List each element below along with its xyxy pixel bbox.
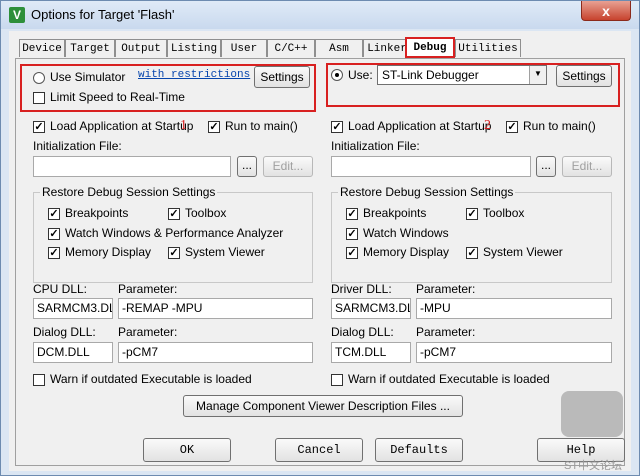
- dialog-dll-label-left: Dialog DLL:: [33, 325, 96, 339]
- restore-group-title-right: Restore Debug Session Settings: [338, 185, 516, 199]
- breakpoints-checkbox-left[interactable]: ✓: [48, 208, 60, 220]
- use-debugger-radio[interactable]: [331, 69, 343, 81]
- memory-checkbox-right[interactable]: ✓: [346, 247, 358, 259]
- limit-speed-label: Limit Speed to Real-Time: [50, 90, 185, 104]
- dialog-dll-input-right[interactable]: TCM.DLL: [331, 342, 411, 363]
- watermark-text: ST中文论坛: [564, 460, 623, 472]
- manage-viewer-files-button[interactable]: Manage Component Viewer Description File…: [183, 395, 463, 417]
- limit-speed-checkbox[interactable]: [33, 92, 45, 104]
- watermark-chat-icon: [561, 391, 623, 437]
- system-viewer-checkbox-right[interactable]: ✓: [466, 247, 478, 259]
- toolbox-label-left: Toolbox: [185, 206, 227, 220]
- toolbox-checkbox-left[interactable]: ✓: [168, 208, 180, 220]
- watch-checkbox-left[interactable]: ✓: [48, 228, 60, 240]
- watch-checkbox-right[interactable]: ✓: [346, 228, 358, 240]
- warn-checkbox-left[interactable]: [33, 374, 45, 386]
- dialog-param-label-left: Parameter:: [118, 325, 178, 339]
- use-simulator-radio[interactable]: [33, 72, 45, 84]
- with-restrictions-link[interactable]: with restrictions: [138, 69, 250, 81]
- chevron-down-icon[interactable]: ▼: [529, 66, 546, 84]
- tab-device[interactable]: Device: [19, 39, 65, 57]
- run-to-main-label-right: Run to main(): [523, 119, 596, 133]
- breakpoints-checkbox-right[interactable]: ✓: [346, 208, 358, 220]
- driver-param-label: Parameter:: [416, 282, 476, 296]
- load-app-checkbox-right[interactable]: ✓: [331, 121, 343, 133]
- cpu-param-input[interactable]: -REMAP -MPU: [118, 298, 313, 319]
- tab-listing[interactable]: Listing: [167, 39, 221, 57]
- tab-asm[interactable]: Asm: [315, 39, 363, 57]
- use-label: Use:: [348, 68, 373, 82]
- tab-c-cpp[interactable]: C/C++: [267, 39, 315, 57]
- warn-checkbox-right[interactable]: [331, 374, 343, 386]
- toolbox-label-right: Toolbox: [483, 206, 525, 220]
- ok-button[interactable]: OK: [143, 438, 231, 462]
- cpu-dll-label: CPU DLL:: [33, 282, 88, 296]
- use-simulator-label: Use Simulator: [50, 70, 126, 84]
- cpu-dll-input[interactable]: SARMCM3.DLL: [33, 298, 113, 319]
- run-to-main-label-left: Run to main(): [225, 119, 298, 133]
- driver-dll-input[interactable]: SARMCM3.DLL: [331, 298, 411, 319]
- tab-target[interactable]: Target: [65, 39, 115, 57]
- debug-tab-page: Use Simulator with restrictions Settings…: [15, 58, 625, 466]
- marker-1: 1: [180, 118, 187, 133]
- dialog-param-input-left[interactable]: -pCM7: [118, 342, 313, 363]
- init-file-label-left: Initialization File:: [33, 139, 122, 153]
- edit-button-left: Edit...: [263, 156, 313, 177]
- keil-app-icon: V: [9, 7, 25, 23]
- init-file-label-right: Initialization File:: [331, 139, 420, 153]
- memory-label-right: Memory Display: [363, 245, 450, 259]
- dialog-client: Device Target Output Listing User C/C++ …: [9, 31, 631, 471]
- dialog-dll-label-right: Dialog DLL:: [331, 325, 394, 339]
- memory-checkbox-left[interactable]: ✓: [48, 247, 60, 259]
- restore-group-title-left: Restore Debug Session Settings: [40, 185, 218, 199]
- tab-output[interactable]: Output: [115, 39, 167, 57]
- load-app-checkbox-left[interactable]: ✓: [33, 121, 45, 133]
- edit-button-right: Edit...: [562, 156, 612, 177]
- load-app-label-left: Load Application at Startup: [50, 119, 194, 133]
- system-viewer-label-right: System Viewer: [483, 245, 563, 259]
- system-viewer-checkbox-left[interactable]: ✓: [168, 247, 180, 259]
- marker-2: 2: [484, 118, 491, 133]
- breakpoints-label-left: Breakpoints: [65, 206, 129, 220]
- browse-button-right[interactable]: ...: [536, 156, 556, 177]
- system-viewer-label-left: System Viewer: [185, 245, 265, 259]
- warn-label-left: Warn if outdated Executable is loaded: [50, 372, 252, 386]
- title-bar: V Options for Target 'Flash' x: [1, 1, 639, 29]
- run-to-main-checkbox-left[interactable]: ✓: [208, 121, 220, 133]
- tab-user[interactable]: User: [221, 39, 267, 57]
- browse-button-left[interactable]: ...: [237, 156, 257, 177]
- tab-debug[interactable]: Debug: [405, 37, 455, 58]
- dialog-param-input-right[interactable]: -pCM7: [416, 342, 612, 363]
- watch-label-right: Watch Windows: [363, 226, 449, 240]
- run-to-main-checkbox-right[interactable]: ✓: [506, 121, 518, 133]
- init-file-input-left[interactable]: [33, 156, 231, 177]
- driver-dll-label: Driver DLL:: [331, 282, 392, 296]
- watch-label-left: Watch Windows & Performance Analyzer: [65, 226, 284, 240]
- cpu-param-label: Parameter:: [118, 282, 178, 296]
- dialog-dll-input-left[interactable]: DCM.DLL: [33, 342, 113, 363]
- memory-label-left: Memory Display: [65, 245, 152, 259]
- window-title: Options for Target 'Flash': [31, 7, 175, 22]
- toolbox-checkbox-right[interactable]: ✓: [466, 208, 478, 220]
- tab-linker[interactable]: Linker: [363, 39, 411, 57]
- options-dialog: V Options for Target 'Flash' x Device Ta…: [0, 0, 640, 476]
- breakpoints-label-right: Breakpoints: [363, 206, 427, 220]
- driver-param-input[interactable]: -MPU: [416, 298, 612, 319]
- init-file-input-right[interactable]: [331, 156, 531, 177]
- debugger-settings-button[interactable]: Settings: [556, 65, 612, 87]
- debugger-select-value: ST-Link Debugger: [382, 68, 479, 82]
- cancel-button[interactable]: Cancel: [275, 438, 363, 462]
- close-button[interactable]: x: [581, 1, 631, 21]
- simulator-settings-button[interactable]: Settings: [254, 66, 310, 88]
- debugger-select[interactable]: ST-Link Debugger ▼: [377, 65, 547, 85]
- dialog-param-label-right: Parameter:: [416, 325, 476, 339]
- defaults-button[interactable]: Defaults: [375, 438, 463, 462]
- load-app-label-right: Load Application at Startup: [348, 119, 492, 133]
- tab-utilities[interactable]: Utilities: [455, 39, 521, 57]
- warn-label-right: Warn if outdated Executable is loaded: [348, 372, 550, 386]
